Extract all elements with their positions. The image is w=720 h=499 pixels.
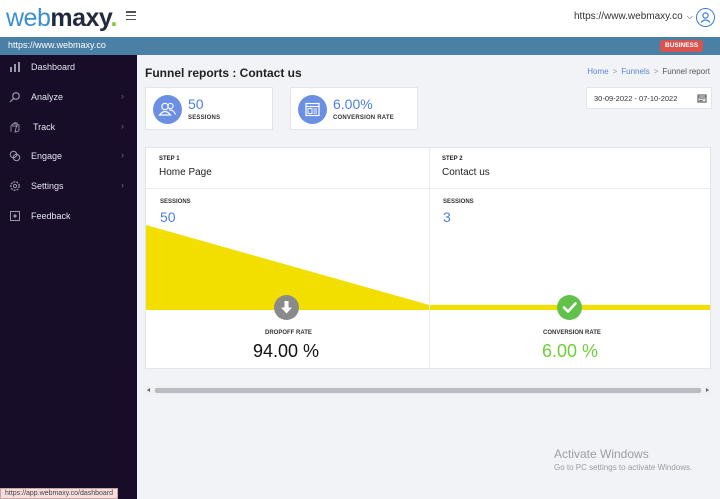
- site-selector[interactable]: https://www.webmaxy.co ⌵: [574, 11, 693, 22]
- sidebar-item-engage[interactable]: Engage ›: [0, 145, 137, 169]
- account-url: https://www.webmaxy.co: [8, 40, 106, 50]
- conversion-rate-value: 6.00%: [333, 96, 373, 112]
- funnel-step-2: STEP 2 Contact us SESSIONS 3 CONVERSION …: [429, 148, 710, 368]
- step-name: Home Page: [159, 167, 212, 178]
- conversion-rate-caption: CONVERSION RATE: [333, 115, 394, 121]
- sidebar-item-analyze[interactable]: Analyze ›: [0, 86, 137, 110]
- webmaxy-logo[interactable]: webmaxy.: [6, 4, 117, 32]
- breadcrumb-separator: >: [653, 67, 659, 76]
- sessions-value: 50: [188, 96, 204, 112]
- logo-text-web: web: [6, 4, 51, 32]
- breadcrumb-current: Funnel report: [662, 67, 710, 76]
- chevron-right-icon: ›: [121, 180, 124, 190]
- top-header: webmaxy. https://www.webmaxy.co ⌵: [0, 0, 720, 37]
- chevron-down-icon: ⌵: [686, 12, 693, 21]
- watermark-subtitle: Go to PC settings to activate Windows.: [554, 463, 693, 472]
- breadcrumb: Home > Funnels > Funnel report: [587, 67, 710, 76]
- sidebar-item-feedback[interactable]: Feedback: [0, 205, 137, 229]
- logo-text-maxy: maxy: [50, 4, 111, 32]
- calendar-icon: [697, 94, 707, 103]
- conversion-rate-stat-card: 6.00% CONVERSION RATE: [290, 87, 418, 130]
- sessions-caption: SESSIONS: [188, 115, 221, 121]
- watermark-title: Activate Windows: [554, 447, 649, 461]
- site-selector-label: https://www.webmaxy.co: [574, 11, 683, 22]
- step-label: STEP 2: [442, 156, 463, 162]
- step-sessions-label: SESSIONS: [443, 199, 474, 205]
- arrow-down-icon: [274, 295, 299, 320]
- sidebar-item-label: Dashboard: [31, 62, 76, 72]
- breadcrumb-separator: >: [612, 67, 618, 76]
- logo-dot: .: [110, 4, 117, 32]
- bar-chart-icon: [10, 62, 20, 72]
- browser-icon: [298, 95, 327, 124]
- search-icon: [9, 92, 20, 103]
- sessions-stat-card: 50 SESSIONS: [145, 87, 273, 130]
- scroll-left-icon[interactable]: [147, 388, 150, 392]
- horizontal-scrollbar[interactable]: [145, 386, 711, 395]
- feedback-icon: [10, 211, 20, 221]
- sidebar-item-label: Track: [33, 122, 56, 132]
- breadcrumb-funnels[interactable]: Funnels: [621, 67, 649, 76]
- sidebar-item-track[interactable]: Track ›: [0, 116, 137, 140]
- step-sessions-value: 50: [160, 209, 176, 225]
- gear-icon: [10, 181, 20, 191]
- step-label: STEP 1: [159, 156, 180, 162]
- windows-activation-watermark: Activate Windows Go to PC settings to ac…: [554, 447, 692, 472]
- sidebar-item-settings[interactable]: Settings ›: [0, 175, 137, 199]
- engage-icon: [9, 150, 21, 162]
- page-title: Funnel reports : Contact us: [145, 66, 302, 80]
- user-icon[interactable]: [696, 8, 715, 27]
- step-sessions-value: 3: [443, 209, 451, 225]
- plan-badge: BUSINESS: [660, 40, 704, 52]
- hand-icon: [10, 121, 20, 133]
- sidebar-item-label: Settings: [31, 181, 64, 191]
- main-content: Funnel reports : Contact us Home > Funnels…: [137, 55, 720, 499]
- step-name: Contact us: [442, 167, 490, 178]
- conversion-rate-label: CONVERSION RATE: [543, 330, 601, 336]
- sidebar-item-dashboard[interactable]: Dashboard: [0, 56, 137, 80]
- breadcrumb-home[interactable]: Home: [587, 67, 608, 76]
- check-icon: [557, 295, 582, 320]
- sidebar-item-label: Analyze: [31, 92, 64, 102]
- step-sessions-label: SESSIONS: [160, 199, 191, 205]
- chevron-right-icon: ›: [121, 150, 124, 160]
- funnel-panel: STEP 1 Home Page SESSIONS 50 DROPOFF RAT…: [145, 147, 711, 369]
- chevron-right-icon: ›: [121, 121, 124, 131]
- scrollbar-thumb[interactable]: [155, 388, 701, 393]
- dropoff-rate-value: 94.00 %: [253, 341, 320, 361]
- users-icon: [153, 95, 182, 124]
- sidebar: Dashboard Analyze › Track › Engage › Set…: [0, 55, 137, 499]
- funnel-step-1: STEP 1 Home Page SESSIONS 50 DROPOFF RAT…: [146, 148, 429, 368]
- status-bar-url: https://app.webmaxy.co/dashboard: [0, 488, 119, 499]
- scroll-right-icon[interactable]: [706, 388, 709, 392]
- hamburger-icon[interactable]: [126, 11, 136, 21]
- sidebar-item-label: Feedback: [31, 211, 71, 221]
- date-range-text: 30-09-2022 - 07-10-2022: [594, 94, 678, 103]
- chevron-right-icon: ›: [121, 91, 124, 101]
- account-url-bar: https://www.webmaxy.co BUSINESS: [0, 37, 720, 55]
- dropoff-rate-label: DROPOFF RATE: [265, 330, 312, 336]
- sidebar-item-label: Engage: [31, 151, 63, 161]
- conversion-rate-value: 6.00 %: [542, 341, 599, 361]
- date-range-picker[interactable]: 30-09-2022 - 07-10-2022: [586, 87, 712, 109]
